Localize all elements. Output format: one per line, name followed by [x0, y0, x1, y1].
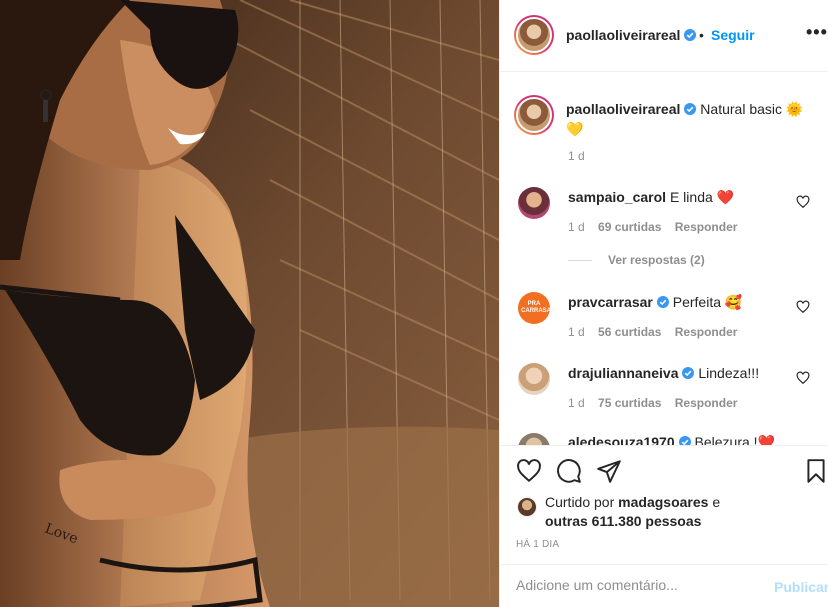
post-header: paollaoliveirareal • Seguir ••• — [500, 0, 828, 72]
liked-by-and: e — [712, 494, 721, 510]
comment-text: Lindeza!!! — [698, 365, 760, 381]
verified-badge-icon — [684, 29, 697, 41]
reply-button[interactable]: Responder — [675, 220, 738, 234]
comment-meta: 1 d 56 curtidas Responder — [568, 325, 747, 339]
post-time-ago[interactable]: HÁ 1 DIA — [516, 539, 559, 550]
post-image: Love — [0, 0, 499, 607]
comment-text: E linda ❤️ — [669, 189, 735, 205]
add-comment-input[interactable] — [516, 577, 756, 593]
caption-avatar[interactable] — [514, 95, 554, 135]
view-replies-button[interactable]: Ver respostas (2) — [568, 253, 705, 267]
follow-separator: • — [699, 27, 704, 43]
follow-button[interactable]: Seguir — [711, 27, 755, 43]
verified-badge-icon — [656, 296, 669, 308]
comment-username[interactable]: pravcarrasar — [568, 294, 653, 310]
comment-time: 1 d — [568, 325, 585, 339]
comment-likes[interactable]: 69 curtidas — [598, 220, 661, 234]
comment-time: 1 d — [568, 396, 585, 410]
comment-text: Belezura !❤️ — [694, 434, 775, 445]
liked-by-user[interactable]: madagsoares — [618, 494, 708, 510]
post-caption: paollaoliveirareal Natural basic 🌞💛 — [566, 99, 816, 139]
post-actions: Curtido por madagsoares e outras 611.380… — [500, 445, 828, 607]
post-side-panel: paollaoliveirareal • Seguir ••• paollaol… — [499, 0, 828, 607]
comment-likes[interactable]: 75 curtidas — [598, 396, 661, 410]
comment-item: drajuliannaneiva Lindeza!!! — [568, 365, 759, 381]
liked-by-others[interactable]: outras 611.380 pessoas — [545, 513, 701, 529]
comment-item: sampaio_carol E linda ❤️ — [568, 189, 734, 206]
comment-time: 1 d — [568, 220, 585, 234]
like-heart-icon[interactable] — [516, 458, 542, 484]
liked-by-avatar[interactable] — [517, 497, 537, 517]
comment-username[interactable]: aledesouza1970 — [568, 434, 675, 445]
comment-avatar[interactable] — [518, 363, 550, 395]
verified-badge-icon — [682, 367, 695, 379]
comments-list[interactable]: paollaoliveirareal Natural basic 🌞💛 1 d … — [500, 73, 828, 445]
reply-button[interactable]: Responder — [675, 325, 738, 339]
comment-likes[interactable]: 56 curtidas — [598, 325, 661, 339]
caption-username[interactable]: paollaoliveirareal — [566, 101, 680, 117]
post-photo[interactable]: Love — [0, 0, 499, 607]
share-paper-plane-icon[interactable] — [596, 458, 622, 484]
publish-button[interactable]: Publicar — [774, 579, 828, 595]
add-comment-bar: Publicar — [500, 564, 828, 607]
author-avatar[interactable] — [514, 15, 554, 55]
comment-avatar[interactable]: PRA CARRASAR — [518, 292, 556, 324]
comment-item: aledesouza1970 Belezura !❤️ — [568, 434, 775, 445]
brand-avatar-text: PRA CARRASAR — [521, 301, 556, 314]
comment-avatar[interactable] — [518, 433, 550, 445]
comment-avatar[interactable] — [518, 187, 550, 219]
comment-like-heart-icon[interactable] — [796, 195, 810, 209]
comment-bubble-icon[interactable] — [556, 458, 582, 484]
comment-text: Perfeita 🥰 — [672, 294, 743, 310]
caption-time: 1 d — [568, 149, 585, 163]
save-bookmark-icon[interactable] — [803, 458, 828, 484]
view-replies-label: Ver respostas (2) — [608, 253, 705, 267]
comment-like-heart-icon[interactable] — [796, 300, 810, 314]
verified-badge-icon — [684, 103, 697, 115]
more-options-icon[interactable]: ••• — [806, 23, 828, 41]
liked-by-summary[interactable]: Curtido por madagsoares e outras 611.380… — [545, 493, 745, 531]
comment-meta: 1 d 69 curtidas Responder — [568, 220, 747, 234]
author-username[interactable]: paollaoliveirareal — [566, 27, 680, 43]
comment-item: pravcarrasar Perfeita 🥰 — [568, 294, 742, 311]
author-username-block[interactable]: paollaoliveirareal — [566, 27, 697, 43]
liked-by-prefix: Curtido por — [545, 494, 615, 510]
comment-meta: 1 d 75 curtidas Responder — [568, 396, 747, 410]
comment-username[interactable]: drajuliannaneiva — [568, 365, 678, 381]
comment-username[interactable]: sampaio_carol — [568, 189, 666, 205]
reply-button[interactable]: Responder — [675, 396, 738, 410]
comment-like-heart-icon[interactable] — [796, 371, 810, 385]
verified-badge-icon — [678, 436, 691, 445]
